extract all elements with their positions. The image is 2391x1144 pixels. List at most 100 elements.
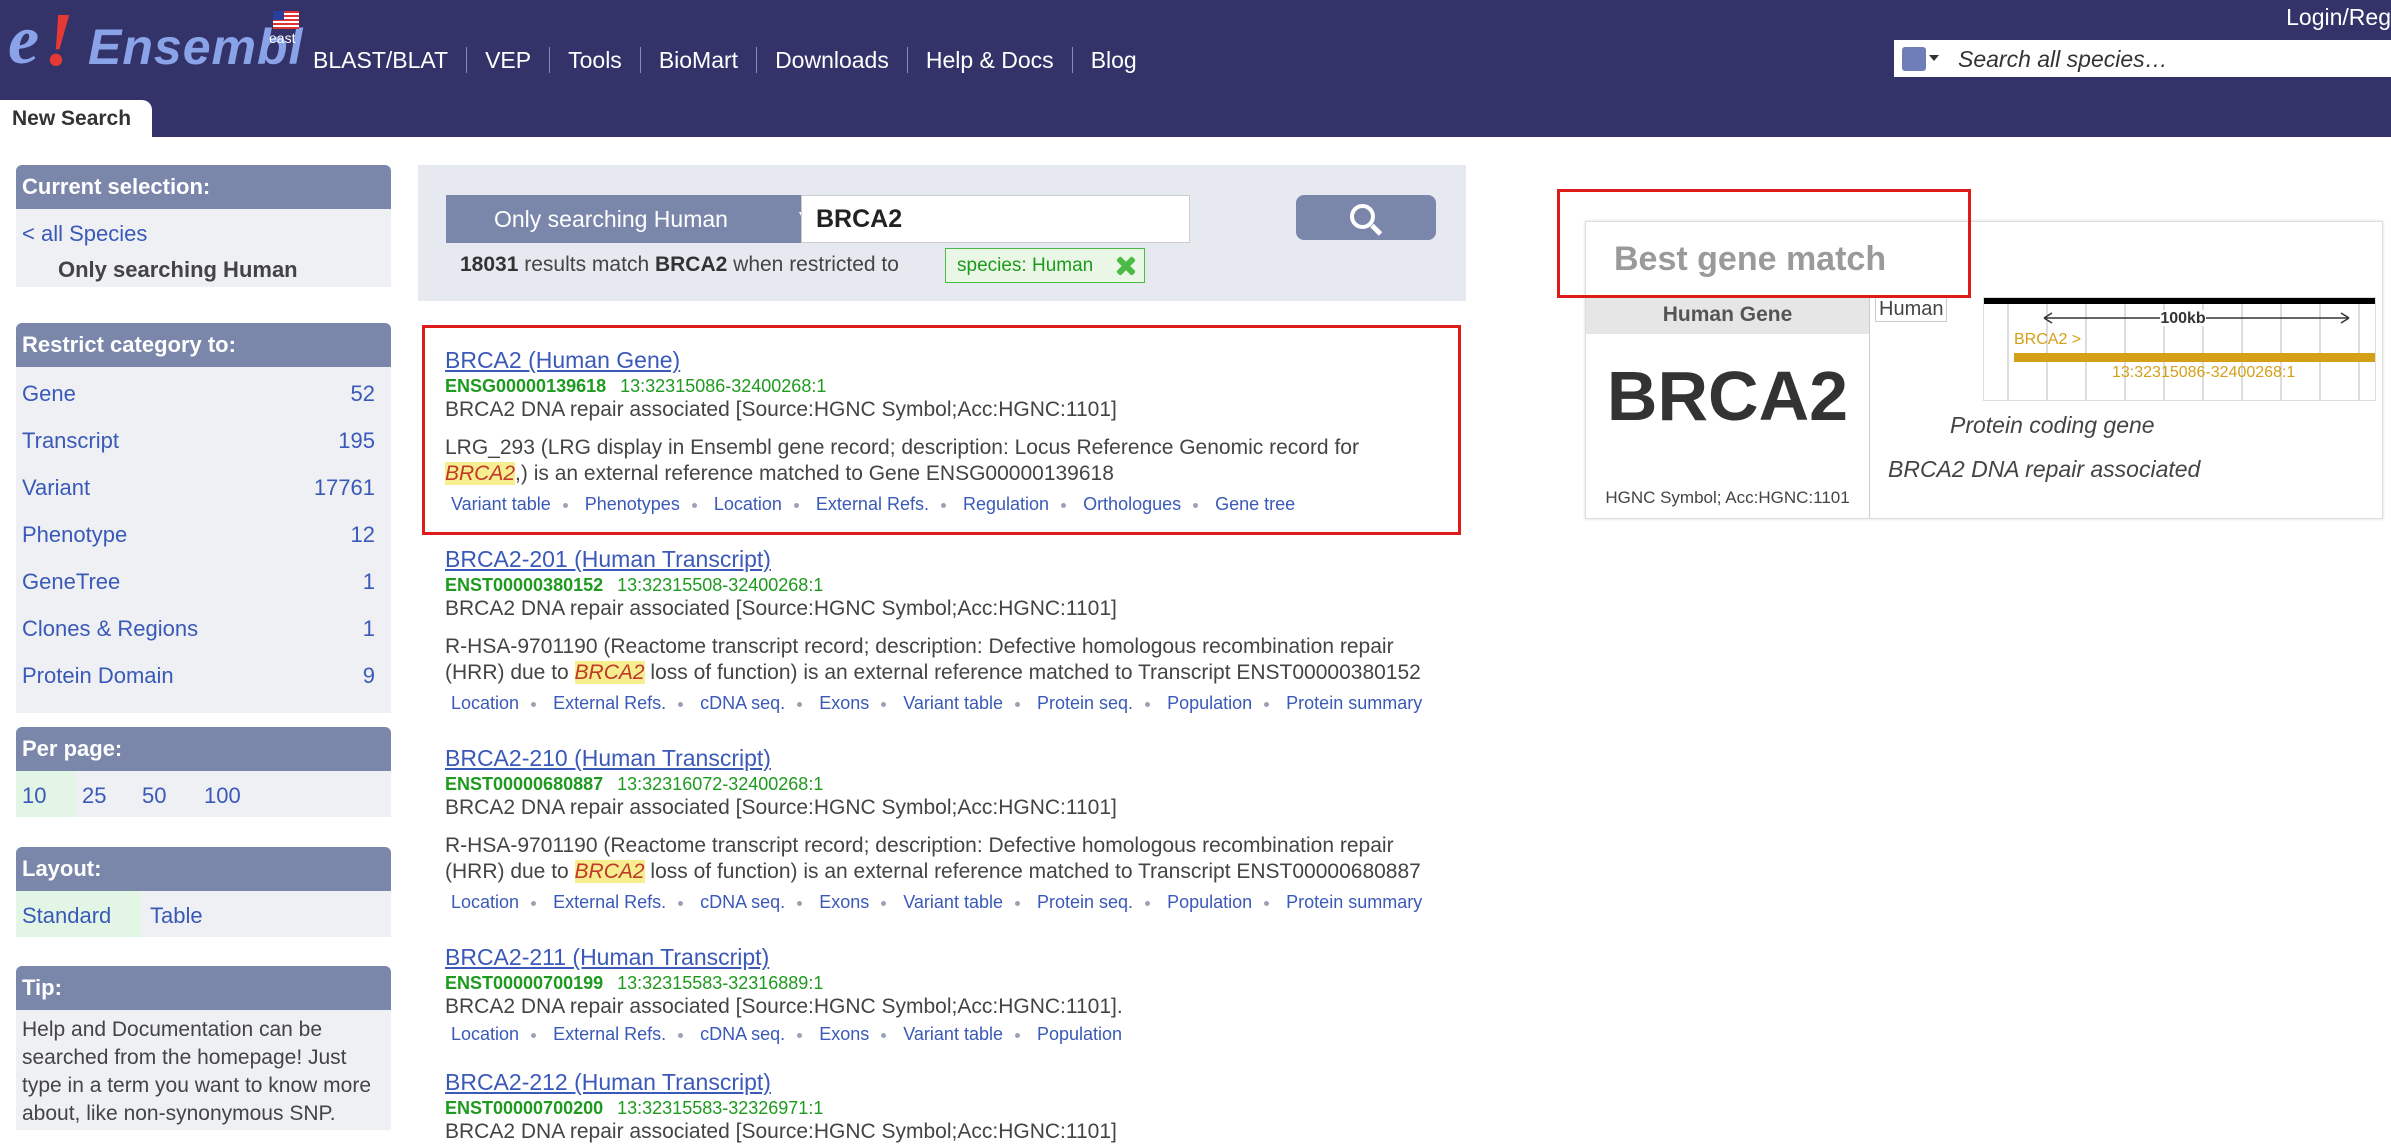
logo-e-glyph: e xyxy=(8,2,40,79)
location-link[interactable]: 13:32315508-32400268:1 xyxy=(617,575,823,595)
link-exons[interactable]: Exons xyxy=(813,693,875,713)
location-link[interactable]: 13:32315583-32316889:1 xyxy=(617,973,823,993)
result-links: Location External Refs. cDNA seq. Exons … xyxy=(445,891,1505,913)
link-location[interactable]: Location xyxy=(445,693,525,713)
category-transcript[interactable]: Transcript 195 xyxy=(16,415,391,462)
link-protein-seq[interactable]: Protein seq. xyxy=(1031,892,1139,912)
separator-dot xyxy=(1145,701,1151,707)
login-link[interactable]: Login/Reg xyxy=(2286,4,2391,31)
per-page-50[interactable]: 50 xyxy=(142,783,166,809)
result-query: BRCA2 xyxy=(654,253,728,276)
result-title-link[interactable]: BRCA2-210 (Human Transcript) xyxy=(445,745,771,771)
link-variant-table[interactable]: Variant table xyxy=(897,693,1009,713)
link-gene-tree[interactable]: Gene tree xyxy=(1209,494,1301,514)
location-link[interactable]: 13:32315086-32400268:1 xyxy=(620,376,826,396)
category-variant[interactable]: Variant 17761 xyxy=(16,462,391,509)
nav-downloads[interactable]: Downloads xyxy=(757,47,908,73)
link-population[interactable]: Population xyxy=(1161,693,1258,713)
gene-location-thumbnail[interactable]: 100kb BRCA2 > 13:32315086-32400268:1 xyxy=(1983,297,2376,401)
separator-dot xyxy=(1193,502,1199,508)
search-query-input[interactable]: BRCA2 xyxy=(801,195,1190,243)
link-external-refs[interactable]: External Refs. xyxy=(547,693,672,713)
link-location[interactable]: Location xyxy=(708,494,788,514)
location-link[interactable]: 13:32316072-32400268:1 xyxy=(617,774,823,794)
nav-vep[interactable]: VEP xyxy=(467,47,551,73)
link-variant-table[interactable]: Variant table xyxy=(897,892,1009,912)
category-gene[interactable]: Gene 52 xyxy=(16,368,391,415)
search-button[interactable] xyxy=(1296,195,1436,240)
link-population[interactable]: Population xyxy=(1161,892,1258,912)
nav-help-docs[interactable]: Help & Docs xyxy=(908,47,1073,73)
result-description: BRCA2 DNA repair associated [Source:HGNC… xyxy=(445,597,1117,620)
species-book-icon xyxy=(1902,47,1926,71)
nav-biomart[interactable]: BioMart xyxy=(641,47,758,73)
stable-id[interactable]: ENST00000680887 xyxy=(445,774,603,794)
link-variant-table[interactable]: Variant table xyxy=(897,1024,1009,1044)
category-genetree[interactable]: GeneTree 1 xyxy=(16,556,391,603)
link-variant-table[interactable]: Variant table xyxy=(445,494,557,514)
link-cdna-seq[interactable]: cDNA seq. xyxy=(694,1024,791,1044)
stable-id[interactable]: ENST00000380152 xyxy=(445,575,603,595)
link-exons[interactable]: Exons xyxy=(813,1024,875,1044)
masthead: e ! Ensembl east BLAST/BLAT VEP Tools Bi… xyxy=(0,0,2391,137)
per-page-100[interactable]: 100 xyxy=(204,783,241,809)
tab-new-search[interactable]: New Search xyxy=(0,100,152,137)
separator-dot xyxy=(793,502,799,508)
result-title-link[interactable]: BRCA2-201 (Human Transcript) xyxy=(445,546,771,572)
category-label: Transcript xyxy=(22,428,119,453)
link-external-refs[interactable]: External Refs. xyxy=(547,1024,672,1044)
link-protein-seq[interactable]: Protein seq. xyxy=(1031,693,1139,713)
category-phenotype[interactable]: Phenotype 12 xyxy=(16,509,391,556)
link-external-refs[interactable]: External Refs. xyxy=(547,892,672,912)
result-title-link[interactable]: BRCA2-211 (Human Transcript) xyxy=(445,944,769,970)
species-restrict-dropdown[interactable]: Only searching Human xyxy=(446,195,819,243)
result-title-link[interactable]: BRCA2 (Human Gene) xyxy=(445,347,680,373)
result-description: BRCA2 DNA repair associated [Source:HGNC… xyxy=(445,796,1117,819)
ext-text: loss of function) is an external referen… xyxy=(650,860,1421,883)
search-species-dropdown[interactable] xyxy=(1898,43,1940,74)
per-page-25[interactable]: 25 xyxy=(82,783,106,809)
link-protein-summary[interactable]: Protein summary xyxy=(1280,892,1428,912)
layout-table[interactable]: Table xyxy=(150,903,203,929)
link-exons[interactable]: Exons xyxy=(813,892,875,912)
remove-filter-icon[interactable] xyxy=(1114,255,1136,277)
location-link[interactable]: 13:32315583-32326971:1 xyxy=(617,1098,823,1118)
link-phenotypes[interactable]: Phenotypes xyxy=(579,494,686,514)
species-restrict-label: Only searching Human xyxy=(494,206,728,232)
category-clones-regions[interactable]: Clones & Regions 1 xyxy=(16,603,391,650)
link-cdna-seq[interactable]: cDNA seq. xyxy=(694,892,791,912)
all-species-link[interactable]: < all Species xyxy=(22,221,147,247)
link-population[interactable]: Population xyxy=(1031,1024,1128,1044)
link-regulation[interactable]: Regulation xyxy=(957,494,1055,514)
link-external-refs[interactable]: External Refs. xyxy=(810,494,935,514)
separator-dot xyxy=(1264,701,1270,707)
species-filter-label: species: Human xyxy=(957,255,1094,276)
site-search-input[interactable] xyxy=(1956,43,2380,75)
stable-id[interactable]: ENSG00000139618 xyxy=(445,376,606,396)
link-protein-summary[interactable]: Protein summary xyxy=(1280,693,1428,713)
search-form: Only searching Human BRCA2 18031 results… xyxy=(418,165,1466,301)
result-title-link[interactable]: BRCA2-212 (Human Transcript) xyxy=(445,1069,771,1095)
ext-text: R-HSA-9701190 (Reactome transcript recor… xyxy=(445,834,1394,857)
layout-standard[interactable]: Standard xyxy=(22,903,111,929)
nav-blog[interactable]: Blog xyxy=(1073,47,1155,73)
link-location[interactable]: Location xyxy=(445,892,525,912)
gene-biotype: Protein coding gene xyxy=(1950,412,2155,438)
category-protein-domain[interactable]: Protein Domain 9 xyxy=(16,650,391,697)
category-count: 1 xyxy=(362,616,375,641)
gene-type-header: Human Gene xyxy=(1586,296,1869,334)
stable-id[interactable]: ENST00000700199 xyxy=(445,973,603,993)
gene-summary[interactable]: Human Gene BRCA2 HGNC Symbol; Acc:HGNC:1… xyxy=(1586,296,1870,518)
search-icon-handle xyxy=(1370,223,1383,236)
category-label: Variant xyxy=(22,475,91,500)
stable-id[interactable]: ENST00000700200 xyxy=(445,1098,603,1118)
link-orthologues[interactable]: Orthologues xyxy=(1077,494,1187,514)
nav-tools[interactable]: Tools xyxy=(550,47,641,73)
ext-text: (HRR) due to xyxy=(445,860,569,883)
nav-blast[interactable]: BLAST/BLAT xyxy=(313,47,468,73)
result-external-ref: R-HSA-9701190 (Reactome transcript recor… xyxy=(445,634,1505,686)
highlight-box-best-match xyxy=(1557,189,1971,298)
per-page-10[interactable]: 10 xyxy=(22,783,46,809)
link-location[interactable]: Location xyxy=(445,1024,525,1044)
link-cdna-seq[interactable]: cDNA seq. xyxy=(694,693,791,713)
